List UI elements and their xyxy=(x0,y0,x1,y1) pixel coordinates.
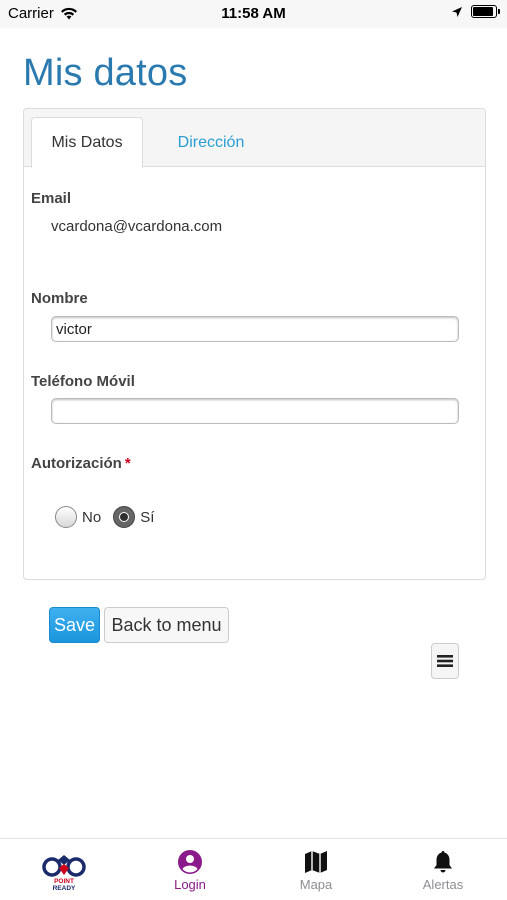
radio-si[interactable] xyxy=(113,506,136,528)
telefono-label: Teléfono Móvil xyxy=(31,373,135,390)
nav-login-label: Login xyxy=(174,877,206,892)
autorizacion-radio-group: No Sí xyxy=(55,506,166,528)
clock: 11:58 AM xyxy=(221,5,286,22)
bottom-tab-bar: POINT READY Login Mapa Alertas xyxy=(0,838,507,900)
email-label: Email xyxy=(31,190,72,207)
logo-text-point: POINT xyxy=(54,878,74,885)
radio-no-label: No xyxy=(82,508,102,526)
map-icon xyxy=(305,851,327,873)
nav-mapa[interactable]: Mapa xyxy=(253,839,379,900)
location-arrow-icon xyxy=(452,6,462,17)
required-mark: * xyxy=(124,455,131,472)
tab-bar: Mis Datos Dirección xyxy=(24,109,485,168)
telefono-input[interactable] xyxy=(51,398,459,424)
save-button[interactable]: Save xyxy=(49,607,100,643)
nav-mapa-label: Mapa xyxy=(299,877,333,892)
tab-direccion[interactable]: Dirección xyxy=(155,117,267,168)
nav-alertas-label: Alertas xyxy=(422,877,464,892)
status-bar: Carrier 11:58 AM xyxy=(0,0,507,28)
autorizacion-label: Autorización * xyxy=(31,455,131,472)
page-title: Mis datos xyxy=(23,52,188,94)
email-value: vcardona@vcardona.com xyxy=(51,218,223,235)
autorizacion-label-text: Autorización xyxy=(31,455,122,472)
battery-icon xyxy=(471,5,500,18)
user-circle-icon xyxy=(178,850,202,874)
nav-login[interactable]: Login xyxy=(127,839,253,900)
point-ready-logo: POINT READY xyxy=(42,855,86,892)
tab-mis-datos[interactable]: Mis Datos xyxy=(31,117,143,168)
nombre-input[interactable] xyxy=(51,316,459,342)
status-right xyxy=(451,5,500,18)
nav-logo[interactable]: POINT READY xyxy=(1,839,127,900)
menu-button[interactable] xyxy=(431,643,459,679)
logo-text-ready: READY xyxy=(53,885,76,892)
back-to-menu-button[interactable]: Back to menu xyxy=(104,607,229,643)
bell-icon xyxy=(434,851,452,873)
nombre-label: Nombre xyxy=(31,290,88,307)
radio-no[interactable] xyxy=(55,506,77,528)
battery-level xyxy=(473,7,493,16)
hamburger-menu-icon xyxy=(437,655,453,667)
nav-alertas[interactable]: Alertas xyxy=(380,839,506,900)
radio-si-label: Sí xyxy=(140,508,155,526)
profile-panel: Mis Datos Dirección Email vcardona@vcard… xyxy=(23,108,486,580)
